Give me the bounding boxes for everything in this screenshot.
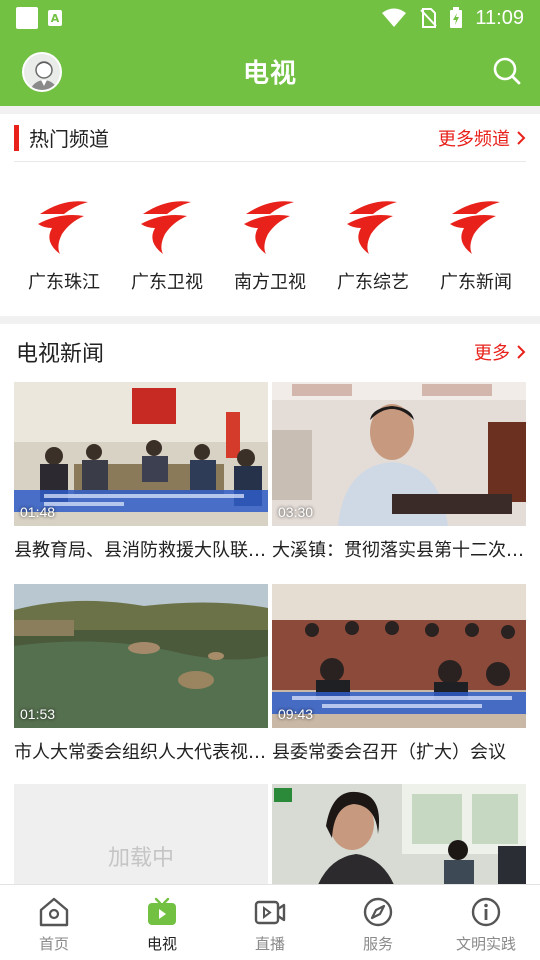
news-card[interactable]: 09:43 县委常委会召开（扩大）会议 [272,584,526,764]
gdtv-logo-icon [38,201,88,254]
news-thumbnail: 09:43 [272,584,526,728]
gdtv-logo-icon [244,201,294,254]
user-avatar-icon [24,54,60,90]
channel-item[interactable]: 广东综艺 [323,194,423,294]
nav-label: 电视 [146,935,177,953]
more-news-label: 更多 [474,343,510,364]
section-accent-bar [14,124,19,151]
hot-channels-title: 热门频道 [29,127,109,151]
notification-icon [16,7,38,29]
gdtv-logo-icon [347,201,397,254]
gdtv-logo-icon [141,201,191,254]
office-photo-image [272,784,526,884]
wifi-icon [382,8,407,27]
news-thumbnail: 加载中 [14,784,268,884]
channel-name: 南方卫视 [234,272,306,293]
nav-label: 首页 [38,935,69,953]
news-thumbnail: 01:48 [14,382,268,526]
channel-item[interactable]: 广东卫视 [117,194,217,294]
news-card[interactable]: 01:48 县教育局、县消防救援大队联合开展消防安全进校园活动 [14,382,268,562]
nav-item-civilization-practice[interactable]: 文明实践 [432,885,540,960]
page-title: 电视 [242,58,297,89]
channel-list: 广东珠江 广东卫视 南方卫视 广东综艺 广东新闻 [14,194,526,294]
news-card[interactable] [272,784,526,884]
channel-name: 广东珠江 [28,272,100,293]
video-duration: 03:30 [278,504,314,520]
more-channels-label: 更多频道 [438,128,510,150]
video-duration: 09:43 [278,706,314,722]
avatar[interactable] [22,52,62,92]
news-thumbnail: 01:53 [14,584,268,728]
news-thumbnail [272,784,526,884]
search-icon[interactable] [492,56,522,86]
tv-news-section: 电视新闻 更多 01:48 县教育局、县消防救援大队联合 03:30 大溪镇：贯… [0,324,540,884]
channel-name: 广东新闻 [440,272,512,293]
news-card[interactable]: 03:30 大溪镇：贯彻落实县第十二次党代会精神 [272,382,526,562]
more-channels-link[interactable]: 更多频道 [438,125,526,151]
live-camera-icon [254,900,286,925]
news-title: 县委常委会召开（扩大）会议 [272,742,506,763]
tv-news-header: 电视新闻 更多 [16,324,526,380]
hot-channels-section: 热门频道 更多频道 广东珠江 广东卫视 南方卫视 广东综艺 广东新闻 [0,114,540,316]
nav-item-tv[interactable]: 电视 [108,885,216,960]
news-title: 市人大常委会组织人大代表视察工作 [14,742,268,763]
nav-item-live[interactable]: 直播 [216,885,324,960]
divider [0,106,540,114]
news-title: 大溪镇：贯彻落实县第十二次党代会精神 [272,540,526,561]
chevron-right-icon [517,345,526,359]
info-icon [471,897,501,927]
chevron-right-icon [517,130,526,145]
status-time: 11:09 [475,6,524,29]
divider [0,316,540,324]
nav-label: 直播 [254,935,285,953]
channel-item[interactable]: 南方卫视 [220,194,320,294]
channel-name: 广东综艺 [337,272,409,293]
more-news-link[interactable]: 更多 [474,339,526,365]
channel-name: 广东卫视 [131,272,203,293]
battery-charging-icon [450,7,463,28]
news-title: 县教育局、县消防救援大队联合开展消防安全进校园活动 [14,540,268,561]
news-card[interactable]: 加载中 [14,784,268,884]
hot-channels-header: 热门频道 更多频道 [14,114,526,162]
bottom-nav: 首页 电视 直播 服务 文明实践 [0,884,540,960]
nav-label: 文明实践 [455,935,516,953]
app-header: 电视 [0,36,540,106]
nav-item-service[interactable]: 服务 [324,885,432,960]
no-sim-icon [420,8,438,28]
nav-label: 服务 [362,935,393,953]
news-thumbnail: 03:30 [272,382,526,526]
tv-news-title: 电视新闻 [16,342,105,367]
channel-item[interactable]: 广东珠江 [14,194,114,294]
home-icon [39,897,69,927]
video-duration: 01:48 [20,504,56,520]
compass-icon [363,897,393,927]
app-notification-icon: A [48,10,62,26]
channel-item[interactable]: 广东新闻 [426,194,526,294]
loading-placeholder: 加载中 [14,784,268,884]
gdtv-logo-icon [450,201,500,254]
status-bar: A 11:09 [0,0,540,36]
tv-icon [148,897,176,925]
news-card[interactable]: 01:53 市人大常委会组织人大代表视察工作 [14,584,268,764]
nav-item-home[interactable]: 首页 [0,885,108,960]
video-duration: 01:53 [20,706,56,722]
